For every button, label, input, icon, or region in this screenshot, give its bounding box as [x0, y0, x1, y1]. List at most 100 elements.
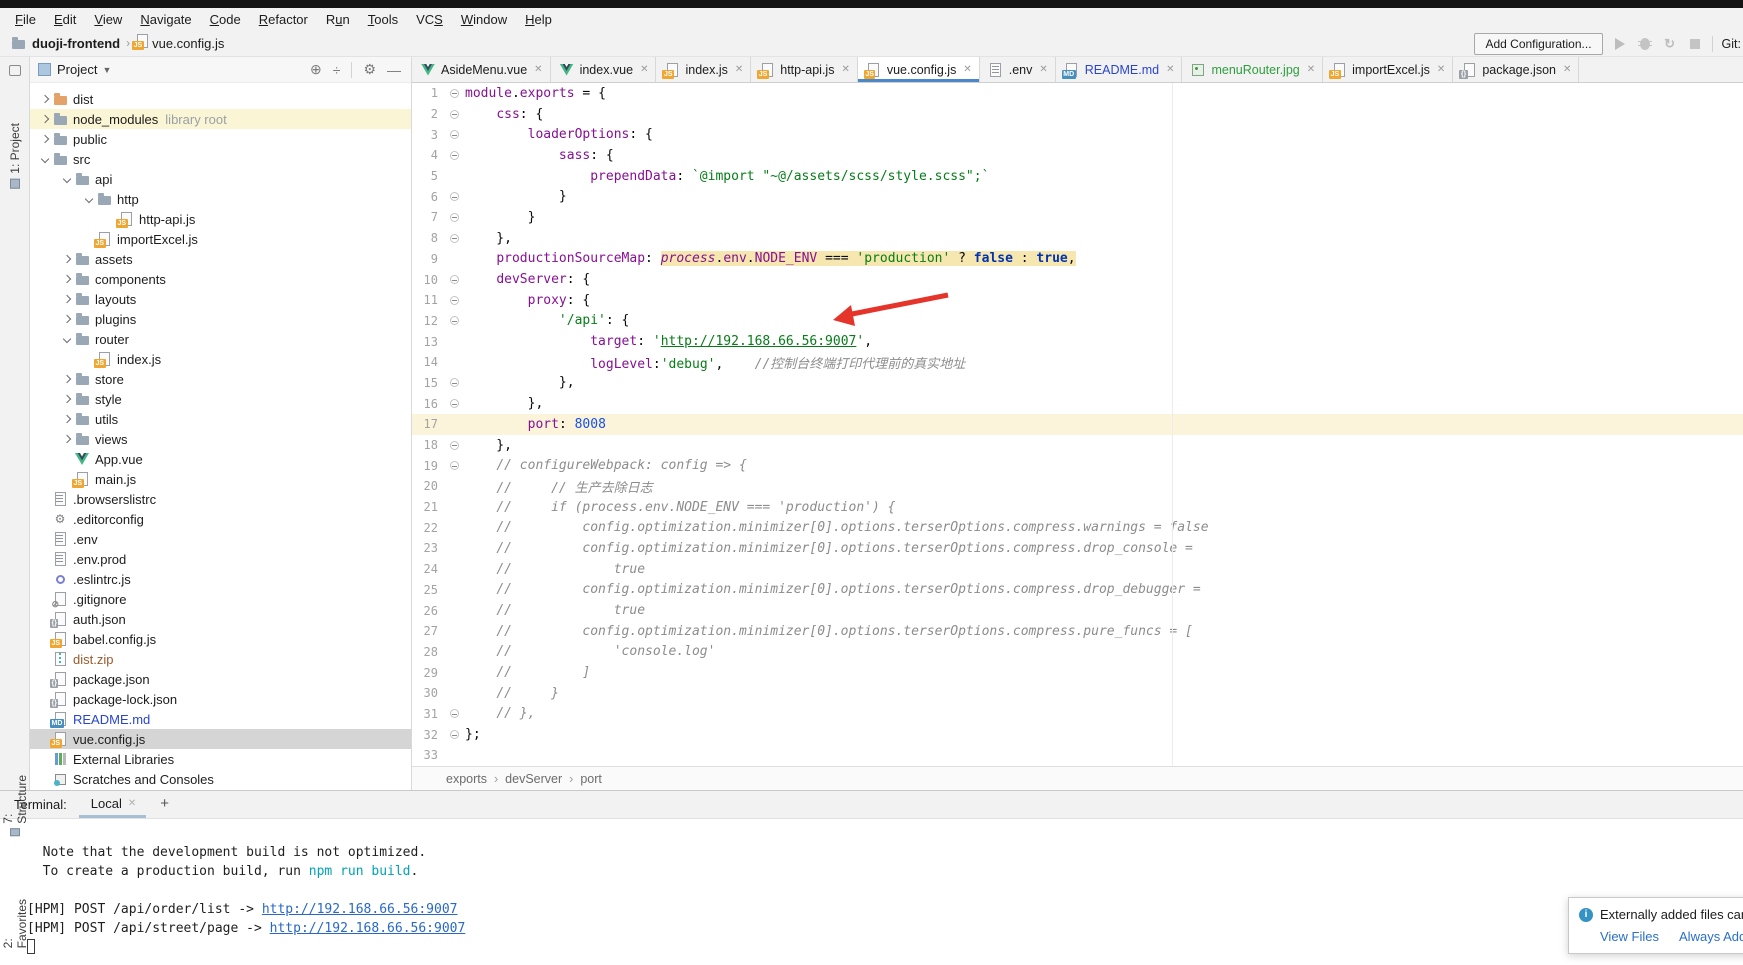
- chevron-right-icon[interactable]: [60, 396, 74, 402]
- tree-item--env[interactable]: .env: [30, 529, 411, 549]
- tab-importexcel-js[interactable]: JSimportExcel.js✕: [1323, 57, 1453, 82]
- stripe-structure-button[interactable]: 7: Structure: [0, 773, 30, 837]
- tree-item--env-prod[interactable]: .env.prod: [30, 549, 411, 569]
- tree-item-utils[interactable]: utils: [30, 409, 411, 429]
- close-icon[interactable]: ✕: [735, 64, 743, 75]
- tree-item-app-vue[interactable]: App.vue: [30, 449, 411, 469]
- menu-code[interactable]: Code: [201, 10, 250, 29]
- chevron-down-icon[interactable]: [60, 176, 74, 182]
- chevron-down-icon[interactable]: [82, 196, 96, 202]
- chevron-right-icon[interactable]: [60, 276, 74, 282]
- fold-marker-icon[interactable]: [450, 296, 459, 305]
- chevron-down-icon[interactable]: ▼: [102, 65, 111, 75]
- tree-item-main-js[interactable]: JSmain.js: [30, 469, 411, 489]
- terminal-link[interactable]: http://192.168.66.56:9007: [270, 921, 466, 936]
- fold-marker-icon[interactable]: [450, 378, 459, 387]
- project-panel-title[interactable]: Project: [57, 62, 97, 77]
- tree-item-assets[interactable]: assets: [30, 249, 411, 269]
- debug-icon[interactable]: [1637, 36, 1653, 52]
- run-icon[interactable]: [1612, 36, 1628, 52]
- tree-item-scratches-and-consoles[interactable]: Scratches and Consoles: [30, 769, 411, 789]
- fold-marker-icon[interactable]: [450, 399, 459, 408]
- tree-item-http[interactable]: http: [30, 189, 411, 209]
- editor-breadcrumb-port[interactable]: port: [580, 772, 602, 786]
- tree-item-external-libraries[interactable]: External Libraries: [30, 749, 411, 769]
- tree-item-components[interactable]: components: [30, 269, 411, 289]
- tab-readme-md[interactable]: MDREADME.md✕: [1056, 57, 1183, 82]
- close-icon[interactable]: ✕: [534, 64, 542, 75]
- tree-item-babel-config-js[interactable]: JSbabel.config.js: [30, 629, 411, 649]
- menu-navigate[interactable]: Navigate: [131, 10, 200, 29]
- chevron-down-icon[interactable]: [38, 156, 52, 162]
- tree-item-http-api-js[interactable]: JShttp-api.js: [30, 209, 411, 229]
- close-icon[interactable]: ✕: [1166, 64, 1174, 75]
- close-icon[interactable]: ✕: [841, 64, 849, 75]
- menu-run[interactable]: Run: [317, 10, 359, 29]
- fold-marker-icon[interactable]: [450, 234, 459, 243]
- chevron-right-icon[interactable]: [60, 416, 74, 422]
- tree-item-api[interactable]: api: [30, 169, 411, 189]
- tab-asidemenu-vue[interactable]: AsideMenu.vue✕: [412, 57, 551, 82]
- chevron-right-icon[interactable]: [38, 116, 52, 122]
- tree-item-src[interactable]: src: [30, 149, 411, 169]
- fold-marker-icon[interactable]: [450, 130, 459, 139]
- tab-menurouter-jpg[interactable]: menuRouter.jpg✕: [1182, 57, 1323, 82]
- fold-marker-icon[interactable]: [450, 192, 459, 201]
- close-icon[interactable]: ✕: [963, 64, 971, 75]
- tree-item-package-json[interactable]: {}package.json: [30, 669, 411, 689]
- fold-marker-icon[interactable]: [450, 316, 459, 325]
- tree-item-index-js[interactable]: JSindex.js: [30, 349, 411, 369]
- fold-marker-icon[interactable]: [450, 151, 459, 160]
- terminal-output[interactable]: Note that the development build is not o…: [0, 819, 1743, 965]
- tree-item-importexcel-js[interactable]: JSimportExcel.js: [30, 229, 411, 249]
- notification-action-view-files[interactable]: View Files: [1600, 929, 1659, 944]
- fold-marker-icon[interactable]: [450, 441, 459, 450]
- breadcrumb-project[interactable]: duoji-frontend: [32, 36, 120, 51]
- close-icon[interactable]: ✕: [1437, 64, 1445, 75]
- chevron-right-icon[interactable]: [38, 96, 52, 102]
- new-terminal-icon[interactable]: +: [150, 790, 179, 818]
- chevron-right-icon[interactable]: [60, 296, 74, 302]
- terminal-tab-local[interactable]: Local ✕: [79, 791, 146, 818]
- chevron-down-icon[interactable]: [60, 336, 74, 342]
- tab--env[interactable]: .env✕: [980, 57, 1056, 82]
- close-icon[interactable]: ✕: [640, 64, 648, 75]
- menu-tools[interactable]: Tools: [359, 10, 407, 29]
- fold-marker-icon[interactable]: [450, 213, 459, 222]
- tree-item--editorconfig[interactable]: ⚙.editorconfig: [30, 509, 411, 529]
- collapse-all-icon[interactable]: ÷: [333, 62, 341, 78]
- terminal-link[interactable]: http://192.168.66.56:9007: [262, 902, 458, 917]
- menu-file[interactable]: File: [6, 10, 45, 29]
- gear-icon[interactable]: ⚙: [363, 61, 376, 78]
- git-widget-label[interactable]: Git:: [1722, 37, 1741, 51]
- tree-item--gitignore[interactable]: ⊘.gitignore: [30, 589, 411, 609]
- tree-item-style[interactable]: style: [30, 389, 411, 409]
- fold-marker-icon[interactable]: [450, 730, 459, 739]
- fold-marker-icon[interactable]: [450, 709, 459, 718]
- tab-index-vue[interactable]: index.vue✕: [551, 57, 657, 82]
- tree-item-public[interactable]: public: [30, 129, 411, 149]
- tree-item-auth-json[interactable]: {}auth.json: [30, 609, 411, 629]
- fold-marker-icon[interactable]: [450, 461, 459, 470]
- tree-item-dist[interactable]: dist: [30, 89, 411, 109]
- tree-item-views[interactable]: views: [30, 429, 411, 449]
- tree-item-router[interactable]: router: [30, 329, 411, 349]
- fold-marker-icon[interactable]: [450, 110, 459, 119]
- tree-item-plugins[interactable]: plugins: [30, 309, 411, 329]
- menu-view[interactable]: View: [85, 10, 131, 29]
- menu-refactor[interactable]: Refactor: [250, 10, 317, 29]
- editor-breadcrumb-exports[interactable]: exports: [446, 772, 487, 786]
- tab-http-api-js[interactable]: JShttp-api.js✕: [751, 57, 858, 82]
- tree-item-package-lock-json[interactable]: {}package-lock.json: [30, 689, 411, 709]
- locate-file-icon[interactable]: ⊕: [310, 61, 322, 78]
- menu-edit[interactable]: Edit: [45, 10, 85, 29]
- tree-item-store[interactable]: store: [30, 369, 411, 389]
- fold-marker-icon[interactable]: [450, 275, 459, 284]
- editor-breadcrumb-devserver[interactable]: devServer: [505, 772, 562, 786]
- tree-item-node-modules[interactable]: node_moduleslibrary root: [30, 109, 411, 129]
- tree-item--eslintrc-js[interactable]: .eslintrc.js: [30, 569, 411, 589]
- close-icon[interactable]: ✕: [1039, 64, 1047, 75]
- breadcrumb-file[interactable]: vue.config.js: [152, 36, 224, 51]
- notification-action-always-add[interactable]: Always Add: [1679, 929, 1743, 944]
- stop-icon[interactable]: [1687, 36, 1703, 52]
